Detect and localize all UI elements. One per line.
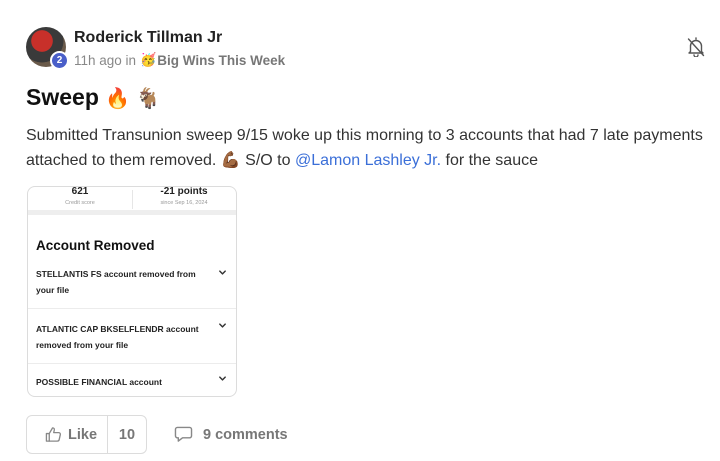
bell-off-icon[interactable]: [687, 37, 705, 57]
post-meta: 11h ago in 🥳 Big Wins This Week: [74, 52, 285, 68]
like-count[interactable]: 10: [108, 416, 146, 453]
credit-score-label: Credit score: [65, 200, 95, 206]
account-item: POSSIBLE FINANCIAL account: [28, 364, 236, 390]
like-group: Like 10: [26, 415, 147, 454]
post-author-avatar-wrap[interactable]: 2: [26, 27, 69, 70]
body-text-end: for the sauce: [441, 152, 538, 169]
score-change-label: since Sep 16, 2024: [160, 200, 208, 206]
post-body: Submitted Transunion sweep 9/15 woke up …: [26, 123, 716, 173]
chevron-down-icon: [219, 323, 226, 328]
comment-icon: [174, 426, 193, 442]
credit-score-value: 621: [71, 186, 89, 197]
level-badge: 2: [50, 51, 69, 70]
chevron-down-icon: [219, 270, 226, 275]
score-change-cell: -21 points since Sep 16, 2024: [132, 187, 236, 210]
attachment-image[interactable]: 621 Credit score -21 points since Sep 16…: [27, 186, 237, 397]
post-time: 11h ago in: [74, 52, 137, 68]
body-text-mid: S/O to: [240, 152, 295, 169]
account-item-text: ATLANTIC CAP BKSELFLENDR account removed…: [36, 324, 199, 350]
body-emoji: 💪🏾: [220, 152, 241, 169]
account-item-text: POSSIBLE FINANCIAL account: [36, 377, 162, 387]
account-item: ATLANTIC CAP BKSELFLENDR account removed…: [28, 309, 236, 364]
category-emoji: 🥳: [140, 52, 157, 67]
account-item: STELLANTIS FS account removed from your …: [28, 266, 236, 309]
comments-button[interactable]: 9 comments: [174, 426, 288, 443]
account-removed-title: Account Removed: [36, 238, 155, 253]
title-emojis: 🔥 🐐: [105, 88, 161, 110]
score-row: 621 Credit score -21 points since Sep 16…: [28, 187, 236, 215]
category-link[interactable]: Big Wins This Week: [157, 53, 285, 68]
author-name[interactable]: Roderick Tillman Jr: [74, 29, 222, 47]
post-title: Sweep 🔥 🐐: [26, 84, 161, 111]
credit-score-cell: 621 Credit score: [28, 187, 132, 210]
like-button[interactable]: Like: [27, 416, 108, 453]
post-title-text: Sweep: [26, 84, 99, 110]
score-change-value: -21 points: [160, 186, 208, 197]
account-item-text: STELLANTIS FS account removed from your …: [36, 269, 196, 295]
comments-label: 9 comments: [203, 426, 288, 443]
thumbs-up-icon: [45, 427, 62, 442]
like-label: Like: [68, 426, 98, 443]
mention-link[interactable]: @Lamon Lashley Jr.: [295, 152, 441, 169]
chevron-down-icon: [219, 376, 226, 381]
